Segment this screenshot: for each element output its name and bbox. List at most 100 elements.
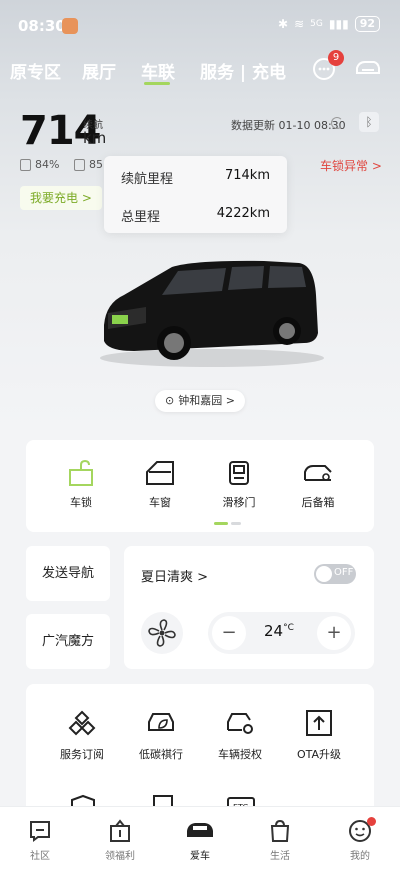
- control-window-label: 车窗: [149, 496, 171, 509]
- climate-toggle[interactable]: OFF: [314, 564, 356, 584]
- service-low-carbon-label: 低碳祺行: [139, 748, 183, 761]
- notification-dot: [367, 817, 376, 826]
- status-bar: 08:30 ✱ ≋ 5G ▮▮▮ 92: [0, 0, 400, 46]
- refresh-icon[interactable]: [331, 117, 343, 129]
- service-subscription-label: 服务订阅: [60, 748, 104, 761]
- service-ota[interactable]: OTA升级: [282, 708, 356, 762]
- nav-benefits[interactable]: 领福利: [90, 819, 150, 862]
- bluetooth-key-icon[interactable]: ᛒ: [359, 112, 379, 132]
- trunk-icon: [304, 465, 332, 481]
- car-icon: [187, 823, 213, 837]
- popup-row-odometer: 总里程 4222km: [121, 206, 270, 225]
- nav-mine-label: 我的: [350, 851, 370, 862]
- message-badge: 9: [328, 50, 344, 66]
- top-navigation: 原专区 展厅 车联 服务 | 充电 9: [0, 50, 400, 86]
- nav-my-car[interactable]: 爱车: [170, 819, 230, 862]
- authorization-icon: [227, 713, 253, 734]
- signal-icon: ▮▮▮: [328, 17, 349, 31]
- nav-life-label: 生活: [270, 851, 290, 862]
- tab-special-zone[interactable]: 原专区: [10, 58, 61, 83]
- toggle-knob: [316, 566, 332, 582]
- pager-dot-active: [214, 522, 228, 525]
- service-authorization[interactable]: 车辆授权: [203, 708, 277, 762]
- bottom-navigation: 社区 领福利 爱车 生活 我的: [0, 806, 400, 875]
- temperature-unit: °C: [283, 623, 294, 633]
- charge-button[interactable]: 我要充电 >: [20, 186, 102, 210]
- tab-showroom[interactable]: 展厅: [82, 58, 116, 83]
- shopping-bag-icon: [270, 819, 290, 842]
- low-carbon-icon: [148, 713, 174, 731]
- lock-warning-link[interactable]: 车锁异常 >: [320, 157, 382, 174]
- service-authorization-label: 车辆授权: [218, 748, 262, 761]
- send-navigation-button[interactable]: 发送导航: [26, 546, 110, 601]
- nav-community[interactable]: 社区: [10, 819, 70, 862]
- service-low-carbon[interactable]: 低碳祺行: [124, 708, 198, 762]
- wifi-icon: ≋: [294, 17, 305, 31]
- tab-service-charging[interactable]: 服务 | 充电: [200, 58, 286, 83]
- control-window[interactable]: 车窗: [125, 460, 195, 510]
- toggle-state: OFF: [334, 567, 354, 578]
- control-sliding-door[interactable]: 滑移门: [204, 460, 274, 510]
- control-lock[interactable]: 车锁: [46, 460, 116, 510]
- service-ota-label: OTA升级: [296, 748, 342, 761]
- nav-benefits-label: 领福利: [105, 851, 135, 862]
- ota-icon: [306, 710, 332, 736]
- vehicle-switch-icon[interactable]: [354, 58, 382, 80]
- active-tab-indicator: [144, 82, 170, 85]
- temperature-value: 24: [264, 622, 284, 640]
- popup-odometer-value: 4222km: [216, 206, 270, 221]
- battery-stat: 84%: [20, 158, 59, 171]
- second-stat: 85: [74, 158, 103, 171]
- fan-button[interactable]: [141, 612, 183, 654]
- popup-odometer-label: 总里程: [121, 210, 161, 225]
- update-timestamp: 数据更新 01-10 08:30: [231, 119, 346, 132]
- community-icon: [30, 821, 50, 842]
- status-icons: ✱ ≋ 5G ▮▮▮ 92: [278, 16, 380, 32]
- popup-row-range: 续航里程 714km: [121, 168, 270, 187]
- nav-life[interactable]: 生活: [250, 819, 310, 862]
- battery-percent: 84%: [35, 158, 60, 171]
- bluetooth-icon: ✱: [278, 17, 289, 31]
- battery-indicator: 92: [354, 16, 380, 32]
- mileage-popup: 续航里程 714km 总里程 4222km: [104, 156, 287, 233]
- popup-range-value: 714km: [224, 168, 270, 183]
- service-subscription[interactable]: 服务订阅: [45, 708, 119, 762]
- status-time: 08:30: [18, 17, 66, 35]
- second-stat-value: 85: [89, 158, 103, 171]
- climate-mode-link[interactable]: 夏日清爽 >: [141, 566, 208, 585]
- quick-controls-card: 车锁 车窗 滑移门 后备箱: [26, 440, 374, 532]
- fuel-icon: [74, 158, 85, 171]
- controls-pager: [214, 522, 241, 525]
- tab-connected-car[interactable]: 车联: [141, 58, 175, 83]
- temperature-control: − 24°C +: [208, 612, 355, 654]
- nav-my-car-label: 爱车: [190, 851, 210, 862]
- lock-icon: [69, 460, 93, 486]
- range-unit: km: [83, 129, 107, 147]
- nav-mine[interactable]: 我的: [330, 817, 390, 862]
- temp-increase-button[interactable]: +: [317, 616, 351, 650]
- control-sliding-door-label: 滑移门: [222, 496, 256, 509]
- nav-community-label: 社区: [30, 851, 50, 862]
- location-pin-icon: ⊙: [165, 394, 175, 407]
- subscription-icon: [68, 710, 96, 736]
- gac-cube-button[interactable]: 广汽魔方: [26, 614, 110, 669]
- temp-decrease-button[interactable]: −: [212, 616, 246, 650]
- control-trunk[interactable]: 后备箱: [283, 460, 353, 510]
- location-pill[interactable]: ⊙ 钟和嘉园 >: [155, 390, 245, 412]
- popup-range-label: 续航里程: [121, 172, 174, 187]
- control-lock-label: 车锁: [70, 496, 92, 509]
- control-trunk-label: 后备箱: [301, 496, 335, 509]
- app-notification-icon: [62, 18, 78, 34]
- window-icon: [146, 461, 174, 485]
- fan-icon: [148, 619, 176, 647]
- temperature-display: 24°C: [264, 622, 294, 640]
- gift-icon: [110, 819, 130, 842]
- services-card: 服务订阅 低碳祺行 车辆授权 OTA升级 ETC: [26, 684, 374, 824]
- location-name: 钟和嘉园 >: [178, 394, 235, 407]
- climate-card: 夏日清爽 > OFF − 24°C +: [124, 546, 374, 669]
- vehicle-image[interactable]: [94, 255, 324, 370]
- sliding-door-icon: [229, 461, 249, 485]
- signal-label: 5G: [310, 19, 323, 29]
- pager-dot: [231, 522, 241, 525]
- battery-icon: [20, 158, 31, 171]
